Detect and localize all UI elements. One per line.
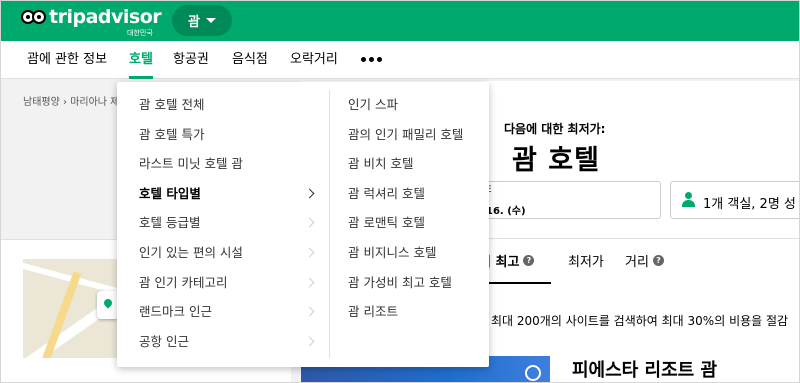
menu-item-last-minute[interactable]: 라스트 미닛 호텔 괌 bbox=[117, 149, 329, 179]
menu-item-near-airport[interactable]: 공항 인근 bbox=[117, 327, 329, 357]
menu-item-hotel-deals[interactable]: 괌 호텔 특가 bbox=[117, 120, 329, 150]
menu-item-by-type[interactable]: 호텔 타입별 bbox=[117, 179, 329, 209]
sort-tab-distance[interactable]: 거리 ? bbox=[625, 251, 664, 270]
hotels-dropdown-menu: 괌 호텔 전체 괌 호텔 특가 라스트 미닛 호텔 괌 호텔 타입별 호텔 등급… bbox=[117, 82, 489, 367]
nav-item-hotels[interactable]: 호텔 bbox=[129, 41, 153, 79]
menu-item-near-landmarks[interactable]: 랜드마크 인근 bbox=[117, 297, 329, 327]
date-picker[interactable]: E 16. (수) bbox=[471, 181, 661, 219]
active-tab-indicator bbox=[479, 282, 551, 284]
chevron-right-icon bbox=[304, 306, 315, 317]
submenu-item-family[interactable]: 괌의 인기 패밀리 호텔 bbox=[330, 120, 489, 150]
sort-tab-label: 최저가 bbox=[568, 255, 604, 270]
heart-icon[interactable] bbox=[525, 365, 541, 381]
menu-item-label: 라스트 미닛 호텔 괌 bbox=[139, 156, 243, 172]
more-icon[interactable] bbox=[361, 57, 382, 62]
menu-item-label: 랜드마크 인근 bbox=[139, 304, 212, 320]
guest-selector[interactable]: 1개 객실, 2명 성 bbox=[670, 181, 799, 219]
menu-item-label: 공항 인근 bbox=[139, 333, 189, 349]
menu-item-label: 괌 호텔 특가 bbox=[139, 126, 205, 142]
menu-item-amenities[interactable]: 인기 있는 편의 시설 bbox=[117, 238, 329, 268]
location-selector-button[interactable]: 괌 bbox=[172, 5, 232, 36]
menu-item-label: 인기 있는 편의 시설 bbox=[139, 244, 243, 260]
info-icon: ? bbox=[523, 255, 535, 266]
submenu-item-business[interactable]: 괌 비지니스 호텔 bbox=[330, 238, 489, 268]
category-nav: 괌에 관한 정보 호텔 항공권 음식점 오락거리 bbox=[1, 41, 799, 79]
person-icon bbox=[681, 192, 695, 208]
page-title: 괌 호텔 bbox=[512, 145, 600, 176]
breadcrumb-item[interactable]: 마리아나 제 bbox=[70, 97, 119, 108]
logo-region: 대한민국 bbox=[127, 29, 153, 37]
info-icon: ? bbox=[652, 255, 664, 266]
nav-item-guam-info[interactable]: 괌에 관한 정보 bbox=[27, 41, 107, 79]
menu-item-label: 호텔 등급별 bbox=[139, 215, 201, 231]
sort-tab-label: 거리 bbox=[625, 255, 649, 270]
hotel-name-link[interactable]: 피에스타 리조트 괌 bbox=[572, 356, 717, 382]
chevron-right-icon bbox=[304, 188, 315, 199]
date-value: 16. (수) bbox=[486, 206, 526, 217]
menu-item-label: 호텔 타입별 bbox=[139, 185, 201, 201]
submenu-item-spa[interactable]: 인기 스파 bbox=[330, 90, 489, 120]
nav-item-restaurants[interactable]: 음식점 bbox=[232, 41, 268, 79]
menu-left-column: 괌 호텔 전체 괌 호텔 특가 라스트 미닛 호텔 괌 호텔 타입별 호텔 등급… bbox=[117, 90, 329, 356]
nav-item-flights[interactable]: 항공권 bbox=[173, 41, 209, 79]
submenu-item-romantic[interactable]: 괌 로맨틱 호텔 bbox=[330, 208, 489, 238]
submenu-item-resort[interactable]: 괌 리조트 bbox=[330, 297, 489, 327]
logo-wordmark: tripadvisor bbox=[49, 6, 162, 28]
chevron-right-icon bbox=[304, 247, 315, 258]
deal-heading: 다음에 대한 최저가: bbox=[504, 122, 606, 136]
chevron-down-icon bbox=[205, 18, 216, 23]
search-info-text: 최대 200개의 사이트를 검색하여 최대 30%의 비용을 절감 bbox=[491, 314, 789, 328]
breadcrumb: 남태평양 › 마리아나 제 bbox=[23, 93, 119, 108]
breadcrumb-item[interactable]: 남태평양 bbox=[23, 97, 60, 108]
submenu-item-luxury[interactable]: 괌 럭셔리 호텔 bbox=[330, 179, 489, 209]
sort-tab-lowest-price[interactable]: 최저가 bbox=[568, 251, 604, 270]
menu-item-label: 괌 호텔 전체 bbox=[139, 97, 205, 112]
menu-right-column: 인기 스파 괌의 인기 패밀리 호텔 괌 비치 호텔 괌 럭셔리 호텔 괌 로맨… bbox=[330, 90, 489, 327]
menu-item-all-hotels[interactable]: 괌 호텔 전체 bbox=[117, 90, 329, 120]
menu-item-by-class[interactable]: 호텔 등급별 bbox=[117, 208, 329, 238]
browser-viewport: tripadvisor 대한민국 괌 괌에 관한 정보 호텔 항공권 음식점 오… bbox=[0, 0, 800, 383]
menu-item-categories[interactable]: 괌 인기 카테고리 bbox=[117, 268, 329, 298]
chevron-right-icon bbox=[304, 336, 315, 347]
top-header: tripadvisor 대한민국 괌 bbox=[1, 1, 799, 41]
guest-value: 1개 객실, 2명 성 bbox=[703, 197, 796, 212]
chevron-right-icon bbox=[304, 277, 315, 288]
submenu-item-beach[interactable]: 괌 비치 호텔 bbox=[330, 149, 489, 179]
map-pin-icon[interactable] bbox=[97, 291, 119, 319]
menu-item-label: 괌 인기 카테고리 bbox=[139, 274, 228, 290]
location-label: 괌 bbox=[188, 15, 200, 30]
tripadvisor-logo[interactable]: tripadvisor 대한민국 bbox=[21, 6, 163, 37]
submenu-item-best-value[interactable]: 괌 가성비 최고 호텔 bbox=[330, 268, 489, 298]
owl-logo-icon bbox=[21, 10, 47, 26]
chevron-right-icon bbox=[304, 217, 315, 228]
nav-item-things-to-do[interactable]: 오락거리 bbox=[290, 41, 338, 79]
